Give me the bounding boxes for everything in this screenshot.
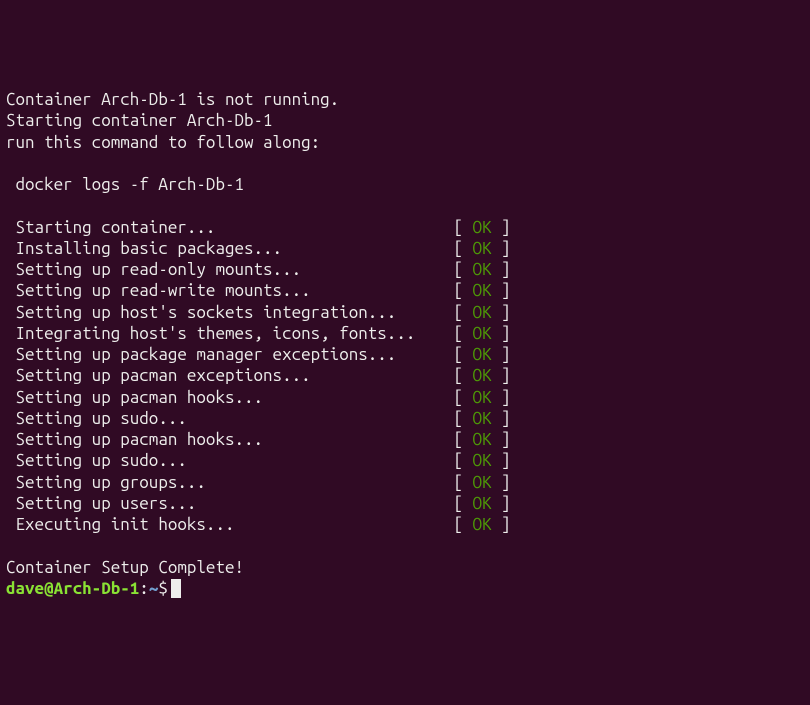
terminal-line: Starting container...[ OK ] [6,217,804,238]
terminal-line: Setting up read-only mounts...[ OK ] [6,259,804,280]
terminal-line [6,535,804,556]
task-label: Executing init hooks... [6,514,453,535]
status-ok: OK [472,409,491,428]
status-ok: OK [472,218,491,237]
status-ok: OK [472,260,491,279]
status: [ OK ] [453,345,510,364]
terminal-line [6,195,804,216]
status: [ OK ] [453,430,510,449]
cursor [171,579,181,598]
task-label: Setting up sudo... [6,408,453,429]
status-ok: OK [472,345,491,364]
status-ok: OK [472,473,491,492]
prompt-user-host: dave@Arch-Db-1 [6,579,139,598]
task-label: Setting up package manager exceptions... [6,344,453,365]
prompt-path: ~ [149,579,159,598]
status-ok: OK [472,430,491,449]
status-ok: OK [472,388,491,407]
terminal-line: Setting up sudo...[ OK ] [6,408,804,429]
status: [ OK ] [453,388,510,407]
terminal-line: Starting container Arch-Db-1 [6,110,804,131]
status-ok: OK [472,239,491,258]
terminal-line: Setting up pacman exceptions...[ OK ] [6,365,804,386]
task-label: Setting up pacman hooks... [6,429,453,450]
shell-prompt[interactable]: dave@Arch-Db-1:~$ [6,578,804,599]
status: [ OK ] [453,409,510,428]
task-label: Setting up host's sockets integration... [6,302,453,323]
terminal-line: Container Arch-Db-1 is not running. [6,89,804,110]
status: [ OK ] [453,260,510,279]
status-ok: OK [472,303,491,322]
task-label: Setting up pacman exceptions... [6,365,453,386]
status-ok: OK [472,494,491,513]
status-ok: OK [472,324,491,343]
status: [ OK ] [453,366,510,385]
status: [ OK ] [453,473,510,492]
terminal-line: Setting up pacman hooks...[ OK ] [6,387,804,408]
prompt-separator: : [139,579,149,598]
status-ok: OK [472,515,491,534]
terminal-line: Integrating host's themes, icons, fonts.… [6,323,804,344]
task-label: Setting up groups... [6,472,453,493]
status: [ OK ] [453,324,510,343]
task-label: Setting up users... [6,493,453,514]
status: [ OK ] [453,239,510,258]
terminal-line [6,153,804,174]
status: [ OK ] [453,303,510,322]
status: [ OK ] [453,451,510,470]
terminal-line: Setting up sudo...[ OK ] [6,450,804,471]
task-label: Setting up pacman hooks... [6,387,453,408]
terminal-output[interactable]: Container Arch-Db-1 is not running.Start… [6,89,804,599]
terminal-line: Setting up pacman hooks...[ OK ] [6,429,804,450]
status: [ OK ] [453,515,510,534]
status-ok: OK [472,366,491,385]
terminal-line: Setting up read-write mounts...[ OK ] [6,280,804,301]
status: [ OK ] [453,494,510,513]
terminal-line: Setting up host's sockets integration...… [6,302,804,323]
terminal-line: Setting up groups...[ OK ] [6,472,804,493]
status: [ OK ] [453,281,510,300]
terminal-line: run this command to follow along: [6,132,804,153]
task-label: Setting up sudo... [6,450,453,471]
task-label: Setting up read-write mounts... [6,280,453,301]
terminal-line: Setting up package manager exceptions...… [6,344,804,365]
task-label: Installing basic packages... [6,238,453,259]
terminal-line: Executing init hooks...[ OK ] [6,514,804,535]
terminal-line: Container Setup Complete! [6,557,804,578]
status-ok: OK [472,281,491,300]
task-label: Setting up read-only mounts... [6,259,453,280]
terminal-line: docker logs -f Arch-Db-1 [6,174,804,195]
task-label: Integrating host's themes, icons, fonts.… [6,323,453,344]
terminal-line: Installing basic packages...[ OK ] [6,238,804,259]
terminal-line: Setting up users...[ OK ] [6,493,804,514]
prompt-dollar: $ [158,579,168,598]
status: [ OK ] [453,218,510,237]
task-label: Starting container... [6,217,453,238]
status-ok: OK [472,451,491,470]
